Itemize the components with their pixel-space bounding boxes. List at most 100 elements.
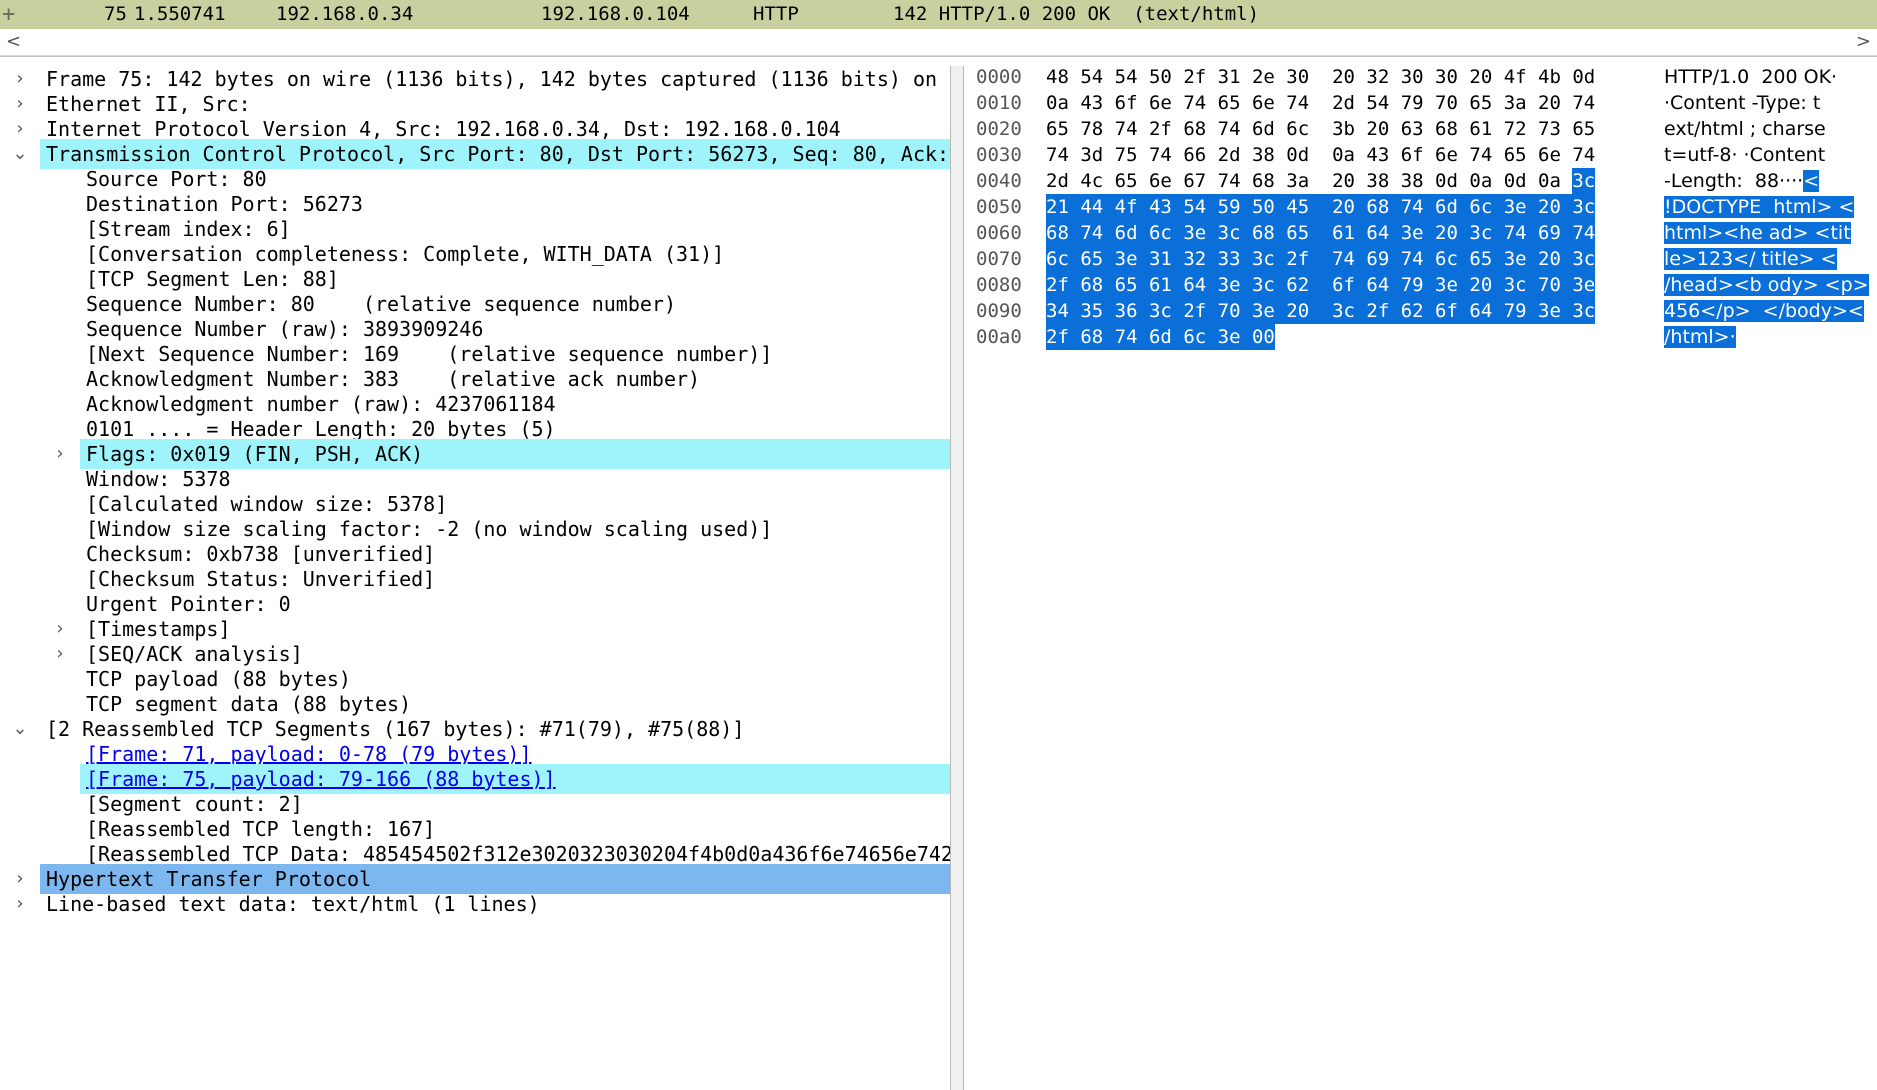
- hex-byte[interactable]: 2f: [1046, 272, 1081, 298]
- hex-byte[interactable]: 64: [1469, 298, 1504, 324]
- hex-byte[interactable]: 65: [1504, 142, 1538, 168]
- hex-byte[interactable]: 32: [1183, 246, 1218, 272]
- hex-byte[interactable]: 3e: [1217, 272, 1252, 298]
- hex-byte[interactable]: 3c: [1503, 272, 1539, 298]
- ascii-dump[interactable]: HTTP/1.0 200 OK·: [1664, 66, 1837, 90]
- hex-byte[interactable]: 74: [1183, 90, 1217, 116]
- hex-byte[interactable]: 31: [1218, 66, 1252, 90]
- hex-byte[interactable]: 61: [1332, 220, 1367, 246]
- hex-byte[interactable]: 4f: [1504, 66, 1538, 90]
- hex-byte[interactable]: 2d: [1046, 168, 1080, 194]
- hex-byte[interactable]: 78: [1080, 116, 1114, 142]
- hex-byte[interactable]: 74: [1046, 142, 1080, 168]
- hex-byte[interactable]: 6c: [1469, 194, 1504, 220]
- hex-byte[interactable]: 65: [1469, 246, 1504, 272]
- hex-byte[interactable]: 36: [1114, 298, 1149, 324]
- hex-byte[interactable]: 74: [1400, 194, 1436, 220]
- hex-byte[interactable]: 67: [1183, 168, 1217, 194]
- hex-byte[interactable]: 2f: [1366, 298, 1401, 324]
- hex-byte[interactable]: 74: [1572, 90, 1595, 116]
- hex-bytes[interactable]: 48 54 54 50 2f 31 2e 30 20 32 30 30 20 4…: [1046, 66, 1595, 90]
- hex-byte[interactable]: 38: [1252, 142, 1286, 168]
- hex-bytes[interactable]: 65 78 74 2f 68 74 6d 6c 3b 20 63 68 61 7…: [1046, 116, 1595, 142]
- hex-byte[interactable]: 79: [1401, 90, 1435, 116]
- hex-byte[interactable]: 59: [1217, 194, 1252, 220]
- hex-byte[interactable]: 54: [1366, 90, 1400, 116]
- hex-byte[interactable]: 65: [1114, 272, 1149, 298]
- hex-byte[interactable]: 70: [1538, 272, 1573, 298]
- hex-byte[interactable]: 54: [1183, 194, 1218, 220]
- hex-byte[interactable]: 3c: [1572, 168, 1596, 194]
- hex-byte[interactable]: 38: [1366, 168, 1400, 194]
- hex-byte[interactable]: 62: [1286, 272, 1333, 298]
- hex-byte[interactable]: 6c: [1046, 246, 1081, 272]
- hex-byte[interactable]: 3e: [1400, 220, 1436, 246]
- hex-byte[interactable]: 62: [1400, 298, 1436, 324]
- hex-byte[interactable]: 4b: [1538, 66, 1572, 90]
- hex-byte[interactable]: 34: [1046, 298, 1081, 324]
- hex-byte[interactable]: 44: [1080, 194, 1115, 220]
- hex-byte[interactable]: 20: [1469, 66, 1503, 90]
- hex-bytes[interactable]: 68 74 6d 6c 3e 3c 68 65 61 64 3e 20 3c 7…: [1046, 220, 1596, 246]
- hex-byte[interactable]: 6f: [1115, 90, 1149, 116]
- hex-byte[interactable]: 3b: [1332, 116, 1366, 142]
- hex-byte[interactable]: 74: [1080, 220, 1115, 246]
- hex-byte[interactable]: 2f: [1286, 246, 1333, 272]
- hex-row[interactable]: 0050 21 44 4f 43 54 59 50 45 20 68 74 6d …: [964, 194, 1877, 220]
- hex-byte[interactable]: 00: [1251, 324, 1275, 350]
- hex-byte[interactable]: 68: [1435, 116, 1469, 142]
- hex-byte[interactable]: 6d: [1114, 220, 1149, 246]
- hex-byte[interactable]: 20: [1538, 246, 1573, 272]
- hex-byte[interactable]: 74: [1115, 116, 1149, 142]
- hex-row[interactable]: 0040 2d 4c 65 6e 67 74 68 3a 20 38 38 0d …: [964, 168, 1877, 194]
- hex-byte[interactable]: 3e: [1503, 194, 1539, 220]
- ascii-dump[interactable]: !DOCTYPE html> <: [1664, 194, 1855, 220]
- hex-bytes[interactable]: 74 3d 75 74 66 2d 38 0d 0a 43 6f 6e 74 6…: [1046, 142, 1595, 168]
- hex-row[interactable]: 0020 65 78 74 2f 68 74 6d 6c 3b 20 63 68 …: [964, 116, 1877, 142]
- hex-byte[interactable]: 32: [1366, 66, 1400, 90]
- hex-byte[interactable]: 74: [1218, 168, 1252, 194]
- hex-byte[interactable]: 4c: [1080, 168, 1114, 194]
- hex-byte[interactable]: 0d: [1504, 168, 1538, 194]
- hex-byte[interactable]: 74: [1286, 90, 1332, 116]
- hex-byte[interactable]: 66: [1183, 142, 1217, 168]
- ascii-dump[interactable]: /html>·: [1664, 324, 1736, 350]
- hex-byte[interactable]: 6e: [1538, 142, 1572, 168]
- hex-byte[interactable]: 0d: [1572, 66, 1595, 90]
- hex-byte[interactable]: 65: [1469, 90, 1503, 116]
- hex-byte[interactable]: 3e: [1114, 246, 1149, 272]
- hex-byte[interactable]: 65: [1218, 90, 1252, 116]
- hex-bytes[interactable]: 6c 65 3e 31 32 33 3c 2f 74 69 74 6c 65 3…: [1046, 246, 1596, 272]
- hex-byte[interactable]: 3c: [1572, 194, 1596, 220]
- tree-row[interactable]: › Line-based text data: text/html (1 line…: [0, 889, 950, 919]
- hex-byte[interactable]: 30: [1286, 66, 1332, 90]
- hex-byte[interactable]: 6c: [1286, 116, 1332, 142]
- hex-byte[interactable]: 30: [1401, 66, 1435, 90]
- hex-byte[interactable]: 74: [1332, 246, 1367, 272]
- hex-byte[interactable]: 2f: [1046, 324, 1081, 350]
- hex-row[interactable]: 0060 68 74 6d 6c 3e 3c 68 65 61 64 3e 20 …: [964, 220, 1877, 246]
- hex-byte[interactable]: 70: [1435, 90, 1469, 116]
- hex-byte[interactable]: 6e: [1149, 90, 1183, 116]
- hex-byte[interactable]: 43: [1366, 142, 1400, 168]
- hex-byte[interactable]: 6f: [1401, 142, 1435, 168]
- hex-byte[interactable]: 2d: [1218, 142, 1252, 168]
- hex-byte[interactable]: 65: [1286, 220, 1333, 246]
- hex-byte[interactable]: 68: [1046, 220, 1081, 246]
- hex-byte[interactable]: 74: [1400, 246, 1436, 272]
- hex-byte[interactable]: 6d: [1435, 194, 1470, 220]
- hex-byte[interactable]: 75: [1115, 142, 1149, 168]
- hex-byte[interactable]: 20: [1332, 194, 1367, 220]
- hex-byte[interactable]: 21: [1046, 194, 1081, 220]
- hex-byte[interactable]: 3c: [1332, 298, 1367, 324]
- hex-byte[interactable]: 2f: [1183, 298, 1218, 324]
- hex-byte[interactable]: 68: [1252, 168, 1286, 194]
- hex-byte[interactable]: 68: [1080, 324, 1115, 350]
- hex-byte[interactable]: 3a: [1286, 168, 1332, 194]
- hex-byte[interactable]: 6c: [1183, 324, 1218, 350]
- hex-bytes[interactable]: 0a 43 6f 6e 74 65 6e 74 2d 54 79 70 65 3…: [1046, 90, 1595, 116]
- hex-byte[interactable]: 20: [1286, 298, 1333, 324]
- ascii-dump[interactable]: -Length: 88····<: [1664, 168, 1820, 194]
- hex-byte[interactable]: 79: [1400, 272, 1436, 298]
- hex-byte[interactable]: 65: [1115, 168, 1149, 194]
